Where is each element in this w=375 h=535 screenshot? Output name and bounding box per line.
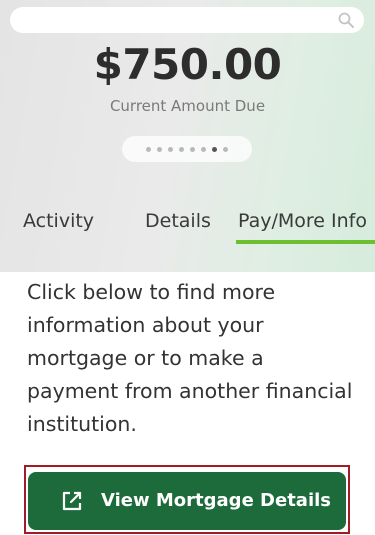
amount-due-label: Current Amount Due: [109, 97, 266, 115]
carousel-dot[interactable]: [190, 146, 195, 152]
search-bar[interactable]: [10, 7, 364, 33]
search-icon[interactable]: [338, 12, 354, 28]
carousel-dot[interactable]: [201, 146, 206, 152]
amount-due-value: $750.00: [93, 40, 282, 89]
carousel-pager[interactable]: [122, 136, 252, 162]
carousel-dot[interactable]: [146, 146, 151, 152]
pay-info-description: Click below to find more information abo…: [27, 280, 353, 436]
tab-details[interactable]: Details: [145, 210, 211, 232]
tab-activity[interactable]: Activity: [23, 210, 94, 232]
carousel-dot[interactable]: [157, 146, 162, 152]
external-link-icon: [62, 491, 82, 511]
tab-pay-more-info[interactable]: Pay/More Info: [238, 210, 367, 232]
view-mortgage-details-label: View Mortgage Details: [101, 490, 331, 511]
view-mortgage-details-button[interactable]: View Mortgage Details: [28, 472, 346, 530]
account-summary-panel: $750.00 Current Amount Due Activity Deta…: [0, 0, 375, 272]
carousel-dot[interactable]: [212, 146, 217, 152]
carousel-dot[interactable]: [168, 146, 173, 152]
selected-tab-indicator: [236, 240, 375, 244]
carousel-dot[interactable]: [223, 146, 228, 152]
carousel-dot[interactable]: [179, 146, 184, 152]
